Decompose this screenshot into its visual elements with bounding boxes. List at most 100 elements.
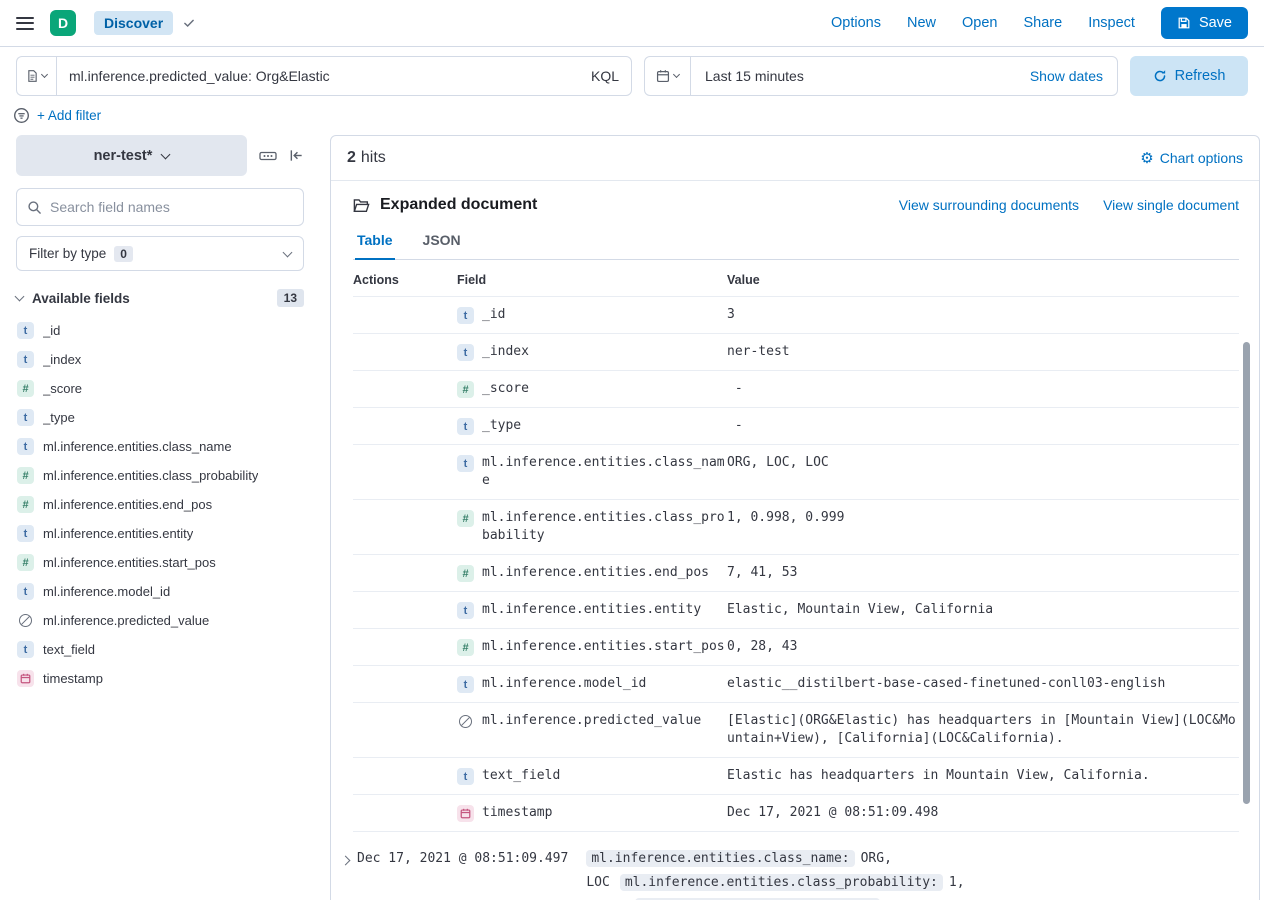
string-field-icon — [457, 768, 474, 785]
source-field-badge: ml.inference.entities.class_probability: — [620, 874, 943, 891]
query-input[interactable] — [57, 68, 579, 84]
date-field-icon — [17, 670, 34, 687]
tab-table[interactable]: Table — [355, 223, 395, 260]
quick-select-menu-button[interactable] — [645, 57, 691, 95]
field-list-item[interactable]: ml.inference.entities.entity — [16, 519, 304, 548]
string-field-icon — [457, 676, 474, 693]
saved-query-menu-button[interactable] — [16, 56, 56, 96]
document-timestamp: Dec 17, 2021 @ 08:51:09.497 — [357, 847, 568, 871]
number-field-icon — [457, 510, 474, 527]
refresh-icon — [1153, 69, 1167, 83]
saved-query-icon — [26, 69, 39, 83]
results-panel: 2hits ⚙ Chart options Expanded document … — [330, 135, 1260, 900]
table-row: _score - — [353, 371, 1239, 408]
field-list-item[interactable]: _score — [16, 374, 304, 403]
date-field-icon — [457, 805, 474, 822]
filter-by-type-button[interactable]: Filter by type 0 — [16, 236, 304, 271]
save-icon — [1177, 16, 1191, 30]
query-bar: KQL Last 15 minutes Show dates Refresh — [0, 47, 1264, 96]
field-search — [16, 188, 304, 226]
search-field-names-input[interactable] — [50, 199, 293, 215]
doc-viewer-tabs: Table JSON — [353, 223, 1239, 260]
view-surrounding-documents-link[interactable]: View surrounding documents — [899, 197, 1079, 213]
number-field-icon — [17, 380, 34, 397]
string-field-icon — [17, 525, 34, 542]
tab-json[interactable]: JSON — [421, 223, 463, 259]
field-list-item[interactable]: _index — [16, 345, 304, 374]
field-list-item[interactable]: ml.inference.entities.end_pos — [16, 490, 304, 519]
scrollbar[interactable] — [1243, 342, 1250, 804]
refresh-button[interactable]: Refresh — [1130, 56, 1248, 96]
number-field-icon — [457, 639, 474, 656]
nav-new[interactable]: New — [907, 15, 936, 31]
view-single-document-link[interactable]: View single document — [1103, 197, 1239, 213]
unknown-field-icon — [17, 612, 34, 629]
field-list-item[interactable]: ml.inference.model_id — [16, 577, 304, 606]
app-header: D Discover Options New Open Share Inspec… — [0, 0, 1264, 47]
table-row: ml.inference.entities.start_pos0, 28, 43 — [353, 629, 1239, 666]
field-list-item[interactable]: ml.inference.predicted_value — [16, 606, 304, 635]
search-icon — [27, 200, 42, 215]
number-field-icon — [17, 554, 34, 571]
index-pattern-switcher[interactable]: ner-test* — [16, 135, 247, 176]
number-field-icon — [457, 381, 474, 398]
table-row: _indexner-test — [353, 334, 1239, 371]
field-list-item[interactable]: ml.inference.entities.class_name — [16, 432, 304, 461]
document-source: ml.inference.entities.class_name:ORG, LO… — [586, 847, 1243, 900]
number-field-icon — [17, 496, 34, 513]
field-list-item[interactable]: ml.inference.entities.start_pos — [16, 548, 304, 577]
doc-viewer-title: Expanded document — [380, 196, 537, 214]
chevron-down-icon — [41, 71, 48, 78]
space-avatar[interactable]: D — [50, 10, 76, 36]
nav-share[interactable]: Share — [1023, 15, 1062, 31]
string-field-icon — [457, 602, 474, 619]
show-dates-link[interactable]: Show dates — [1030, 68, 1117, 84]
table-row: ml.inference.entities.class_probability1… — [353, 500, 1239, 555]
query-language-button[interactable]: KQL — [579, 68, 631, 84]
calendar-icon — [656, 69, 670, 83]
available-fields-accordion[interactable]: Available fields 13 — [16, 289, 304, 307]
string-field-icon — [17, 641, 34, 658]
field-list-item[interactable]: timestamp — [16, 664, 304, 693]
expanded-document-viewer: Expanded document View surrounding docum… — [331, 181, 1259, 832]
field-stats-icon[interactable] — [259, 148, 277, 164]
filter-count-badge: 0 — [114, 246, 133, 262]
string-field-icon — [17, 583, 34, 600]
document-row: Dec 17, 2021 @ 08:51:09.497 ml.inference… — [331, 832, 1259, 900]
menu-icon[interactable] — [16, 13, 34, 33]
nav-inspect[interactable]: Inspect — [1088, 15, 1135, 31]
gear-icon: ⚙ — [1140, 151, 1153, 166]
table-row: timestampDec 17, 2021 @ 08:51:09.498 — [353, 795, 1239, 832]
nav-open[interactable]: Open — [962, 15, 997, 31]
field-list: _id _index _score _type ml.inference.ent… — [16, 316, 304, 693]
table-row: _type - — [353, 408, 1239, 445]
filter-bar: + Add filter — [0, 96, 1264, 128]
add-filter-link[interactable]: + Add filter — [37, 108, 101, 123]
string-field-icon — [457, 418, 474, 435]
breadcrumb[interactable]: Discover — [94, 11, 173, 35]
available-fields-title: Available fields — [32, 291, 130, 306]
filter-menu-icon[interactable] — [13, 107, 30, 124]
nav-options[interactable]: Options — [831, 15, 881, 31]
field-list-item[interactable]: _type — [16, 403, 304, 432]
string-field-icon — [457, 344, 474, 361]
table-row: ml.inference.entities.entityElastic, Mou… — [353, 592, 1239, 629]
string-field-icon — [17, 351, 34, 368]
unknown-field-icon — [457, 713, 474, 730]
chart-options-link[interactable]: ⚙ Chart options — [1140, 150, 1243, 166]
table-row: text_fieldElastic has headquarters in Mo… — [353, 758, 1239, 795]
date-picker: Last 15 minutes Show dates — [644, 56, 1118, 96]
string-field-icon — [457, 307, 474, 324]
expand-document-icon[interactable] — [342, 851, 349, 867]
collapse-sidebar-icon[interactable] — [289, 148, 304, 163]
field-list-item[interactable]: text_field — [16, 635, 304, 664]
field-list-item[interactable]: _id — [16, 316, 304, 345]
save-button[interactable]: Save — [1161, 7, 1248, 39]
field-list-item[interactable]: ml.inference.entities.class_probability — [16, 461, 304, 490]
check-icon — [183, 17, 195, 29]
string-field-icon — [457, 455, 474, 472]
string-field-icon — [17, 409, 34, 426]
time-range-value[interactable]: Last 15 minutes — [691, 68, 1030, 84]
table-row: ml.inference.entities.class_nameORG, LOC… — [353, 445, 1239, 500]
chevron-down-icon — [15, 292, 25, 302]
